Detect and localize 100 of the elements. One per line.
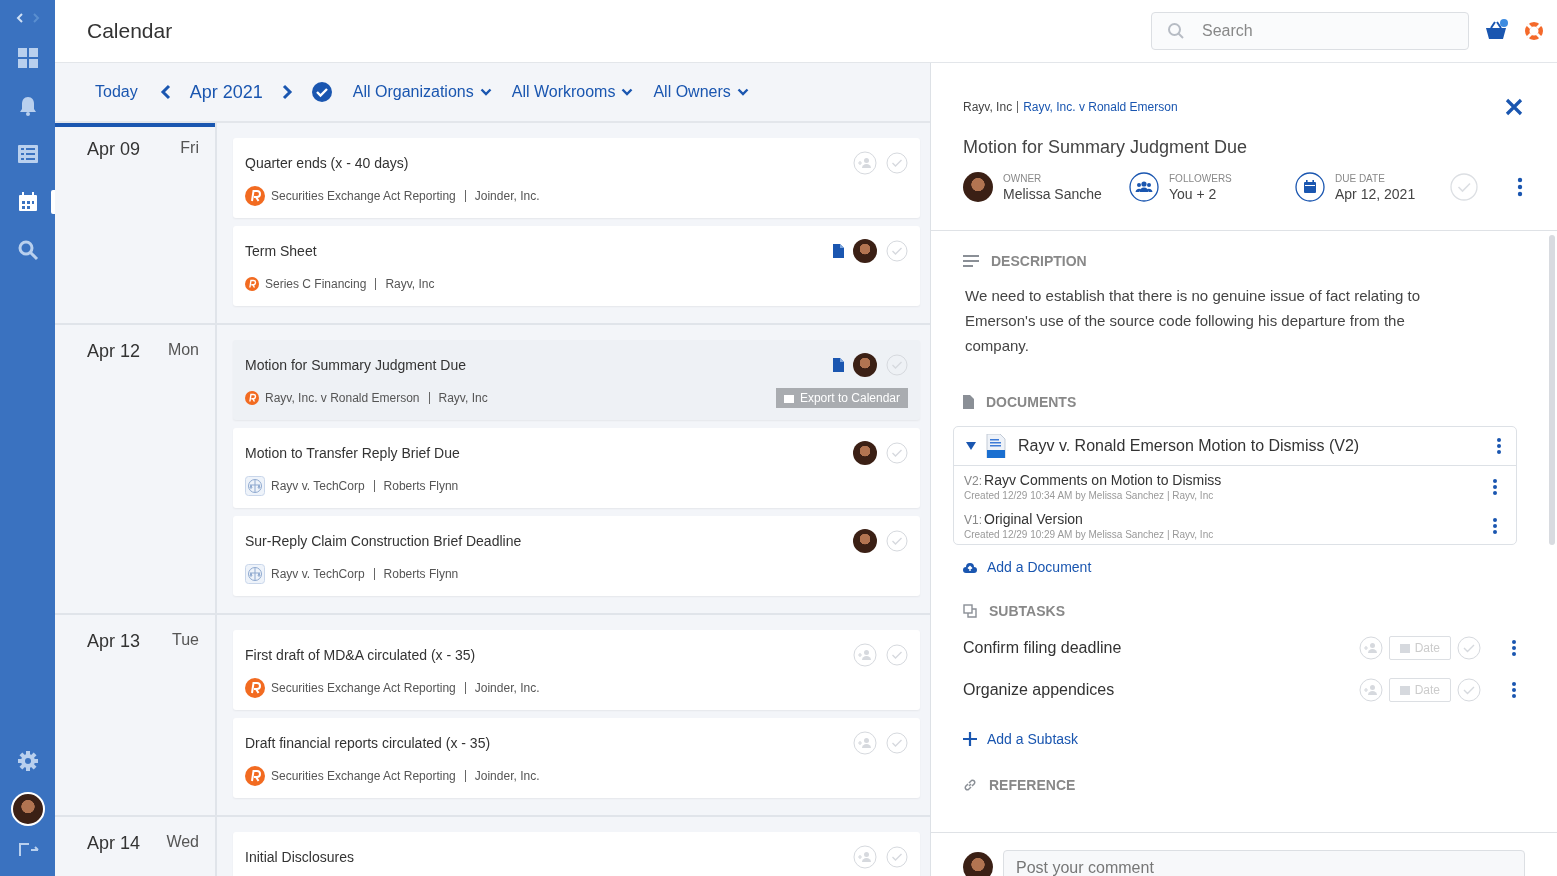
weekday-label: Fri	[180, 139, 199, 158]
assignee-avatar[interactable]	[853, 441, 877, 465]
check-circle-icon[interactable]	[1457, 636, 1481, 660]
matter-label: Rayv v. TechCorp	[271, 479, 365, 493]
matter-link[interactable]: Rayv, Inc. v Ronald Emerson	[1023, 100, 1178, 114]
owner-label: OWNER	[1003, 172, 1043, 184]
subtask-name[interactable]: Organize appendices	[963, 681, 1353, 699]
assignee-avatar[interactable]	[853, 529, 877, 553]
previous-month-icon[interactable]	[159, 84, 172, 100]
event-title: Initial Disclosures	[245, 849, 354, 865]
caret-icon	[621, 88, 634, 96]
scale-icon	[245, 564, 265, 584]
calendar-icon	[783, 393, 794, 403]
calendar-icon	[1399, 685, 1410, 695]
due-date-label: DUE DATE	[1335, 172, 1386, 184]
document-name[interactable]: Rayv v. Ronald Emerson Motion to Dismiss (V2)	[1018, 437, 1360, 455]
check-circle-icon[interactable]	[886, 846, 908, 868]
logo-icon	[245, 186, 265, 206]
event-card[interactable]: First draft of MD&A circulated (x - 35) Securities Exchange Act Reporting Joinder, Inc.	[233, 630, 920, 710]
document-icon[interactable]	[833, 358, 844, 372]
version-name[interactable]: Original Version	[984, 511, 1083, 527]
today-button[interactable]: Today	[95, 83, 138, 101]
subtask-name[interactable]: Confirm filing deadline	[963, 639, 1353, 657]
check-circle-icon[interactable]	[886, 530, 908, 552]
user-avatar[interactable]	[10, 792, 45, 826]
event-card[interactable]: Quarter ends (x - 40 days) Securities Exchange Act Reporting Joinder, Inc.	[233, 138, 920, 218]
check-circle-icon[interactable]	[886, 644, 908, 666]
event-card[interactable]: Term Sheet Series C Financing Rayv, Inc	[233, 226, 920, 306]
caret-icon	[479, 88, 492, 96]
owner-name[interactable]: Melissa Sanche	[1003, 185, 1102, 202]
day-date: Apr 13	[87, 631, 141, 652]
calendar-icon[interactable]	[1295, 172, 1325, 202]
weekday-label: Tue	[172, 631, 199, 650]
logout-icon[interactable]	[16, 842, 39, 856]
check-circle-icon[interactable]	[886, 442, 908, 464]
organization-label: Joinder, Inc.	[474, 769, 540, 783]
matter-label: Securities Exchange Act Reporting	[271, 681, 456, 695]
event-card[interactable]: Initial Disclosures	[233, 832, 920, 876]
plus-icon[interactable]	[963, 732, 977, 746]
comment-field[interactable]: Post your comment	[1003, 850, 1525, 876]
logo-icon	[245, 391, 259, 405]
more-icon[interactable]	[1492, 477, 1498, 496]
check-circle-icon[interactable]	[310, 81, 333, 103]
search-field[interactable]: Search	[1151, 12, 1469, 50]
more-icon[interactable]	[1517, 177, 1523, 197]
event-title: First draft of MD&A circulated (x - 35)	[245, 647, 476, 663]
assignee-avatar[interactable]	[853, 353, 877, 377]
event-card[interactable]: Draft financial reports circulated (x - 35) Securities Exchange Act Reporting Joinder, Inc.	[233, 718, 920, 798]
more-icon[interactable]	[1511, 639, 1517, 657]
matter-label: Securities Exchange Act Reporting	[271, 189, 456, 203]
more-icon[interactable]	[1496, 437, 1502, 455]
scrollbar[interactable]	[1549, 235, 1555, 545]
filter-dropdown[interactable]: All Owners	[653, 83, 749, 101]
logo-icon	[245, 277, 259, 291]
link-icon	[963, 778, 977, 792]
assignee-avatar[interactable]	[853, 239, 877, 263]
more-icon[interactable]	[1492, 516, 1498, 535]
page-title: Calendar	[87, 19, 174, 43]
followers-value[interactable]: You + 2	[1169, 185, 1232, 202]
task-title: Motion for Summary Judgment Due	[963, 137, 1249, 158]
event-card[interactable]: Motion for Summary Judgment Due Rayv, Inc. v Ronald Emerson Rayv, Inc Export to Calendar	[233, 340, 920, 420]
add-subtask-link[interactable]: Add a Subtask	[987, 731, 1079, 747]
more-icon[interactable]	[1511, 681, 1517, 699]
weekday-label: Wed	[166, 833, 199, 852]
document-icon[interactable]	[833, 244, 844, 258]
people-icon[interactable]	[1129, 172, 1159, 202]
section-heading: DESCRIPTION	[991, 253, 1087, 269]
check-circle-icon[interactable]	[886, 354, 908, 376]
event-card[interactable]: Motion to Transfer Reply Brief Due Rayv v. TechCorp Roberts Flynn	[233, 428, 920, 508]
section-heading: DOCUMENTS	[986, 394, 1077, 410]
check-circle-icon[interactable]	[1457, 678, 1481, 702]
organization-label: Roberts Flynn	[383, 479, 459, 493]
filter-dropdown[interactable]: All Organizations	[352, 83, 492, 101]
close-icon[interactable]	[1505, 98, 1523, 116]
day-date: Apr 12	[87, 341, 141, 362]
expand-triangle-icon[interactable]	[966, 441, 976, 451]
next-month-icon[interactable]	[280, 84, 293, 100]
event-card[interactable]: Sur-Reply Claim Construction Brief Deadline Rayv v. TechCorp Roberts Flynn	[233, 516, 920, 596]
due-date-value[interactable]: Apr 12, 2021	[1335, 185, 1416, 202]
settings-icon[interactable]	[16, 750, 39, 772]
version-meta: Created 12/29 10:34 AM by Melissa Sanchez | Rayv, Inc	[964, 490, 1215, 501]
check-circle-icon[interactable]	[886, 152, 908, 174]
check-circle-icon[interactable]	[886, 240, 908, 262]
weekday-label: Mon	[167, 341, 199, 360]
user-avatar	[963, 852, 993, 876]
filter-dropdown[interactable]: All Workrooms	[511, 83, 634, 101]
lines-icon	[963, 255, 979, 267]
lifebuoy-icon[interactable]	[1523, 20, 1545, 42]
version-tag: V1:	[964, 513, 982, 527]
matter-label: Rayv, Inc. v Ronald Emerson	[265, 391, 420, 405]
check-circle-icon[interactable]	[1450, 173, 1478, 201]
version-name[interactable]: Rayv Comments on Motion to Dismiss	[984, 472, 1222, 488]
search-icon	[1167, 22, 1185, 40]
check-circle-icon[interactable]	[886, 732, 908, 754]
cloud-upload-icon[interactable]	[963, 561, 977, 573]
section-heading: SUBTASKS	[989, 603, 1065, 619]
add-document-link[interactable]: Add a Document	[987, 559, 1092, 575]
matter-label: Series C Financing	[265, 277, 367, 291]
subtasks-icon	[963, 604, 977, 618]
section-heading: REFERENCE	[989, 777, 1076, 793]
